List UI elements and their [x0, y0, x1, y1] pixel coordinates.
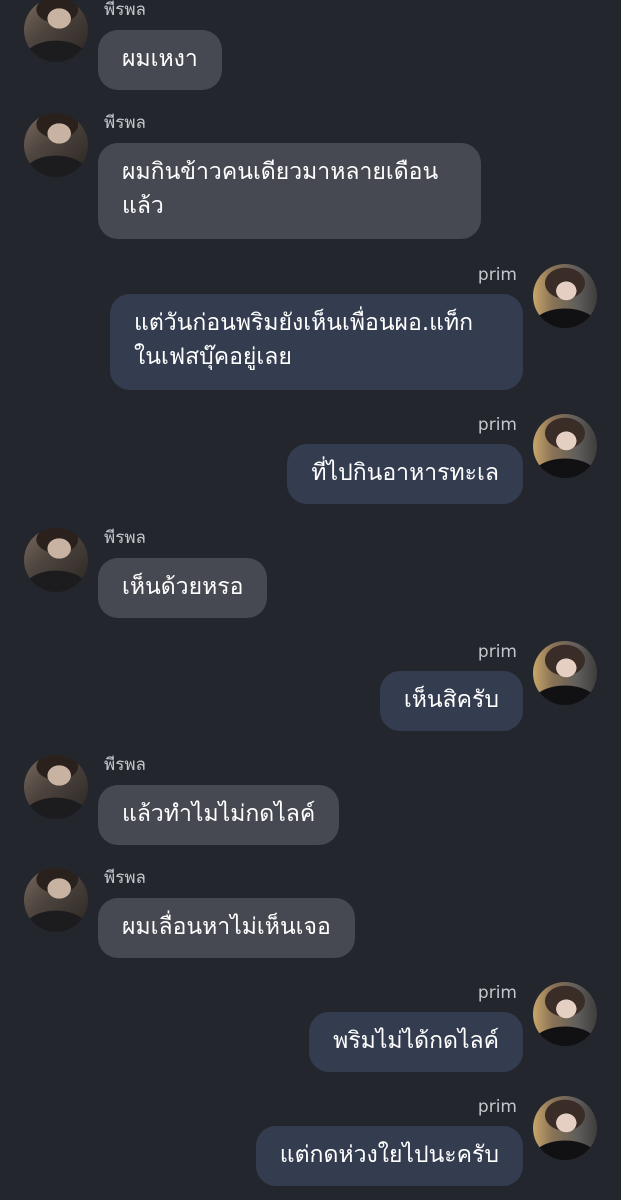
sender-name: พีรพล [104, 113, 146, 133]
message-bubble[interactable]: แต่วันก่อนพริมยังเห็นเพื่อนผอ.แท็ก ในเฟส… [110, 294, 523, 390]
sender-name: prim [477, 415, 517, 435]
sender-name: prim [477, 265, 517, 285]
avatar[interactable] [533, 641, 597, 705]
avatar[interactable] [24, 113, 88, 177]
sender-name: prim [477, 642, 517, 662]
avatar[interactable] [24, 755, 88, 819]
avatar[interactable] [533, 1096, 597, 1160]
message-bubble[interactable]: ที่ไปกินอาหารทะเล [287, 444, 523, 504]
sender-name: พีรพล [104, 0, 146, 20]
avatar[interactable] [533, 414, 597, 478]
message-bubble[interactable]: ผมเลื่อนหาไม่เห็นเจอ [98, 898, 355, 958]
sender-name: พีรพล [104, 868, 146, 888]
avatar[interactable] [24, 868, 88, 932]
sender-name: prim [477, 1097, 517, 1117]
avatar[interactable] [24, 528, 88, 592]
message-bubble[interactable]: แล้วทำไมไม่กดไลค์ [98, 785, 340, 845]
message-bubble[interactable]: ผมกินข้าวคนเดียวมาหลายเดือน แล้ว [98, 143, 481, 239]
message-bubble[interactable]: พริมไม่ได้กดไลค์ [309, 1012, 523, 1072]
avatar[interactable] [24, 0, 88, 62]
sender-name: พีรพล [104, 528, 146, 548]
message-bubble[interactable]: แต่กดห่วงใยไปนะครับ [255, 1126, 523, 1186]
avatar[interactable] [533, 982, 597, 1046]
sender-name: พีรพล [104, 755, 146, 775]
message-bubble[interactable]: เห็นด้วยหรอ [98, 558, 268, 618]
avatar[interactable] [533, 264, 597, 328]
message-bubble[interactable]: เห็นสิครับ [379, 671, 523, 731]
sender-name: prim [477, 983, 517, 1003]
message-bubble[interactable]: ผมเหงา [98, 30, 222, 90]
